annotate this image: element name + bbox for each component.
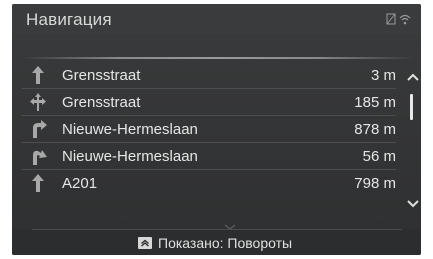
roundabout-icon	[28, 92, 48, 112]
street-name: Grensstraat	[62, 94, 141, 111]
chevron-up-box-icon	[138, 236, 152, 249]
distance: 185 m	[354, 94, 396, 111]
scrollbar-thumb[interactable]	[410, 94, 413, 120]
status-area	[386, 13, 411, 25]
turn-right-icon	[28, 119, 48, 139]
street-name: Nieuwe-Hermeslaan	[62, 148, 198, 165]
straight-arrow-icon	[28, 65, 48, 85]
turn-list-item[interactable]: Nieuwe-Hermeslaan 878 m	[22, 116, 396, 143]
screen-title: Навигация	[26, 10, 112, 29]
chevron-down-icon[interactable]	[407, 195, 419, 213]
distance: 878 m	[354, 121, 396, 138]
display-mode-label: Показано: Повороты	[158, 234, 293, 251]
turn-list-item[interactable]: A201 798 m	[22, 170, 396, 196]
straight-arrow-icon	[28, 173, 48, 193]
title-bar: Навигация	[12, 4, 421, 34]
footer-bar: Показано: Повороты	[12, 229, 421, 255]
no-signal-icon	[386, 13, 396, 25]
turn-list: Grensstraat 3 m Grensstraat 185 m Nieuwe…	[22, 62, 402, 196]
turn-list-item[interactable]: Nieuwe-Hermeslaan 56 m	[22, 143, 396, 170]
distance: 3 m	[370, 67, 396, 84]
distance: 56 m	[362, 148, 396, 165]
chevron-up-icon[interactable]	[407, 68, 419, 86]
street-name: Grensstraat	[62, 67, 141, 84]
street-name: A201	[62, 175, 98, 192]
footer-divider	[32, 229, 402, 230]
turn-list-item[interactable]: Grensstraat 185 m	[22, 89, 396, 116]
navigation-screen: Навигация Grensstraat 3 m Grensstraat 18…	[12, 4, 421, 255]
street-name: Nieuwe-Hermeslaan	[62, 121, 198, 138]
list-top-divider	[22, 57, 414, 59]
distance: 798 m	[354, 175, 396, 192]
turn-list-item[interactable]: Grensstraat 3 m	[22, 62, 396, 89]
slight-right-icon	[28, 146, 48, 166]
wifi-icon	[399, 14, 411, 24]
display-mode-button[interactable]: Показано: Повороты	[138, 233, 292, 252]
